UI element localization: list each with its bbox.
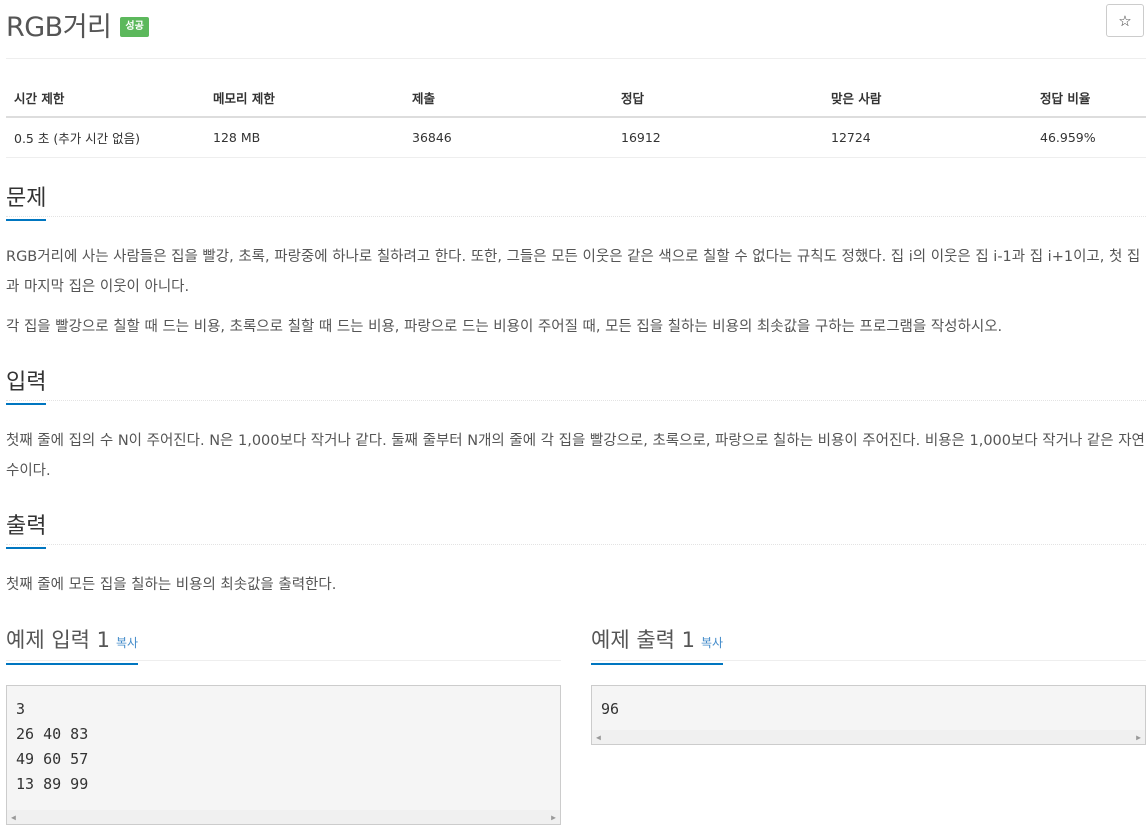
description-heading-label: 문제 bbox=[6, 180, 47, 221]
info-time-limit: 0.5 초 (추가 시간 없음) bbox=[6, 117, 205, 158]
sample-output-text: 96 bbox=[601, 700, 620, 718]
sample-output-box[interactable]: 96 ◀ ▶ bbox=[591, 685, 1146, 745]
info-memory-limit: 128 MB bbox=[205, 117, 404, 158]
info-accepted: 16912 bbox=[613, 117, 823, 158]
description-divider bbox=[6, 216, 1146, 217]
sample-input-text: 3 26 40 83 49 60 57 13 89 99 bbox=[16, 700, 89, 793]
sample-output-heading: 예제 출력 1 복사 bbox=[591, 624, 724, 665]
input-heading-label: 입력 bbox=[6, 364, 47, 405]
info-header-solvers: 맞은 사람 bbox=[823, 78, 1032, 118]
description-heading: 문제 bbox=[6, 180, 47, 221]
info-value-row: 0.5 초 (추가 시간 없음) 128 MB 36846 16912 1272… bbox=[6, 117, 1146, 158]
sample-input-title: 예제 입력 1 bbox=[6, 628, 110, 652]
sample-input-copy-button[interactable]: 복사 bbox=[116, 636, 138, 650]
info-submissions: 36846 bbox=[404, 117, 613, 158]
info-header-row: 시간 제한 메모리 제한 제출 정답 맞은 사람 정답 비율 bbox=[6, 78, 1146, 118]
info-header-ratio: 정답 비율 bbox=[1032, 78, 1146, 118]
sample-output-title: 예제 출력 1 bbox=[591, 628, 695, 652]
scroll-left-icon[interactable]: ◀ bbox=[11, 813, 16, 822]
problem-title: RGB거리 bbox=[6, 11, 112, 43]
problem-info-table: 시간 제한 메모리 제한 제출 정답 맞은 사람 정답 비율 0.5 초 (추가… bbox=[6, 78, 1146, 158]
sample-output-copy-button[interactable]: 복사 bbox=[701, 636, 723, 650]
output-description: 첫째 줄에 모든 집을 칠하는 비용의 최솟값을 출력한다. bbox=[6, 577, 337, 593]
output-heading: 출력 bbox=[6, 508, 47, 549]
info-header-memory-limit: 메모리 제한 bbox=[205, 78, 404, 118]
output-divider bbox=[6, 544, 1146, 545]
sample-input-scrollbar[interactable]: ◀ ▶ bbox=[7, 810, 560, 824]
sample-input-box[interactable]: 3 26 40 83 49 60 57 13 89 99 ◀ ▶ bbox=[6, 685, 561, 825]
info-header-time-limit: 시간 제한 bbox=[6, 78, 205, 118]
header-divider bbox=[6, 58, 1146, 59]
status-badge: 성공 bbox=[120, 17, 149, 37]
sample-input-divider bbox=[6, 660, 561, 661]
description-paragraph-2: 각 집을 빨강으로 칠할 때 드는 비용, 초록으로 칠할 때 드는 비용, 파… bbox=[6, 319, 1003, 335]
input-description: 첫째 줄에 집의 수 N이 주어진다. N은 1,000보다 작거나 같다. 둘… bbox=[6, 433, 1145, 479]
problem-header: RGB거리 성공 bbox=[6, 4, 149, 44]
star-button[interactable]: ☆ bbox=[1106, 4, 1144, 37]
input-heading: 입력 bbox=[6, 364, 47, 405]
sample-output-scrollbar[interactable]: ◀ ▶ bbox=[592, 730, 1145, 744]
description-paragraph-1: RGB거리에 사는 사람들은 집을 빨강, 초록, 파랑중에 하나로 칠하려고 … bbox=[6, 249, 1141, 295]
sample-output-divider bbox=[591, 660, 1146, 661]
scroll-right-icon[interactable]: ▶ bbox=[1136, 733, 1141, 742]
star-icon: ☆ bbox=[1118, 11, 1132, 30]
scroll-left-icon[interactable]: ◀ bbox=[596, 733, 601, 742]
info-solvers: 12724 bbox=[823, 117, 1032, 158]
output-heading-label: 출력 bbox=[6, 508, 47, 549]
info-header-accepted: 정답 bbox=[613, 78, 823, 118]
info-ratio: 46.959% bbox=[1032, 117, 1146, 158]
input-divider bbox=[6, 400, 1146, 401]
sample-input-heading: 예제 입력 1 복사 bbox=[6, 624, 139, 665]
info-header-submissions: 제출 bbox=[404, 78, 613, 118]
scroll-right-icon[interactable]: ▶ bbox=[551, 813, 556, 822]
